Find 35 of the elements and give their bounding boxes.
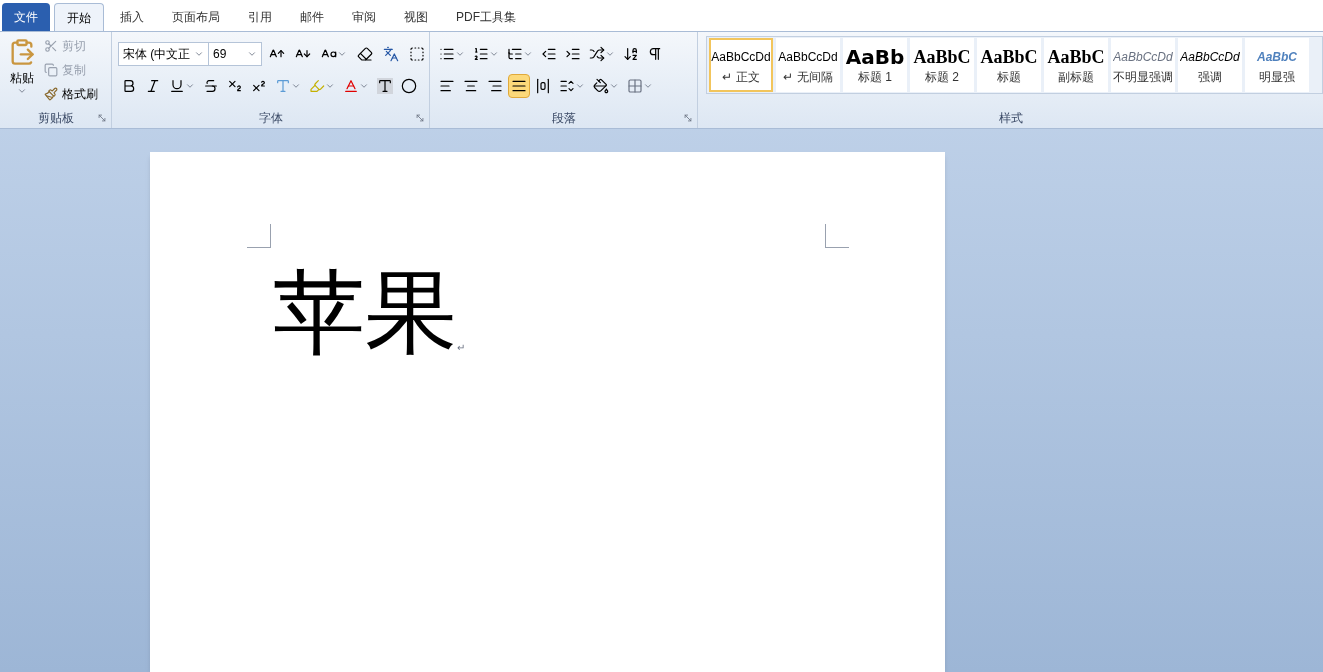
paragraph-mark: ↵ [457, 341, 465, 355]
style-item[interactable]: AaBbC 副标题 [1044, 38, 1108, 93]
scissors-icon [44, 39, 58, 54]
style-item[interactable]: AaBbCcDd 强调 [1178, 38, 1242, 93]
ribbon-tab[interactable]: 文件 [2, 3, 50, 32]
group-label: 剪贴板 [37, 110, 74, 126]
dialog-launcher-icon[interactable] [97, 113, 107, 123]
ribbon-tab[interactable]: 视图 [392, 3, 440, 32]
ribbon-tab[interactable]: 邮件 [288, 3, 336, 32]
clipboard-button[interactable]: 格式刷 [44, 84, 98, 105]
ribbon-tab[interactable]: 插入 [108, 3, 156, 32]
alignment-icon[interactable] [508, 74, 530, 99]
ribbon-tab[interactable]: 审阅 [340, 3, 388, 32]
style-item[interactable]: AaBb 标题 1 [843, 38, 907, 93]
style-item[interactable]: AaBbCcDd ↵ 正文 [709, 38, 773, 93]
group-label: 样式 [998, 110, 1023, 126]
dialog-launcher-icon[interactable] [415, 113, 425, 123]
style-item[interactable]: AaBbC 明显强 [1245, 38, 1309, 93]
style-item[interactable]: AaBbCcDd ↵ 无间隔 [776, 38, 840, 93]
ribbon-tab[interactable]: 页面布局 [160, 3, 232, 32]
paintbrush-icon [44, 87, 58, 102]
margin-corner-mark [247, 224, 271, 248]
copy-icon [44, 63, 58, 78]
margin-corner-mark [825, 224, 849, 248]
ribbon-tab[interactable]: 开始 [54, 3, 104, 32]
dialog-launcher-icon[interactable] [683, 113, 693, 123]
ribbon-tab[interactable]: 引用 [236, 3, 284, 32]
ribbon-tab[interactable]: PDF工具集 [444, 3, 528, 32]
style-item[interactable]: AaBbC 标题 2 [910, 38, 974, 93]
paste-button[interactable]: 粘贴 [4, 36, 40, 108]
style-item[interactable]: AaBbC 标题 [977, 38, 1041, 93]
style-item[interactable]: AaBbCcDd 不明显强调 [1111, 38, 1175, 93]
group-label: 段落 [551, 110, 576, 126]
group-label: 字体 [258, 110, 283, 126]
document-text: 苹果 [273, 267, 457, 359]
